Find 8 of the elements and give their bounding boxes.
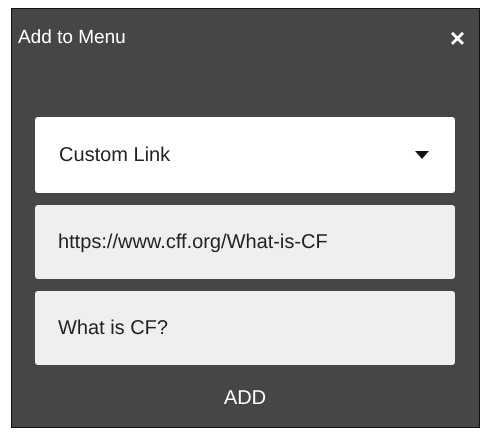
link-type-dropdown[interactable]: Custom Link — [35, 117, 455, 193]
add-button[interactable]: ADD — [216, 383, 274, 414]
dropdown-value: Custom Link — [59, 144, 170, 166]
input-field[interactable]: What is CF? — [35, 291, 455, 365]
dialog-title: Add to Menu — [18, 27, 126, 49]
caret-icon — [415, 151, 429, 159]
input-field[interactable]: https://www.cff.org/What-is-CF — [35, 205, 455, 279]
close-button[interactable]: × — [446, 25, 469, 51]
